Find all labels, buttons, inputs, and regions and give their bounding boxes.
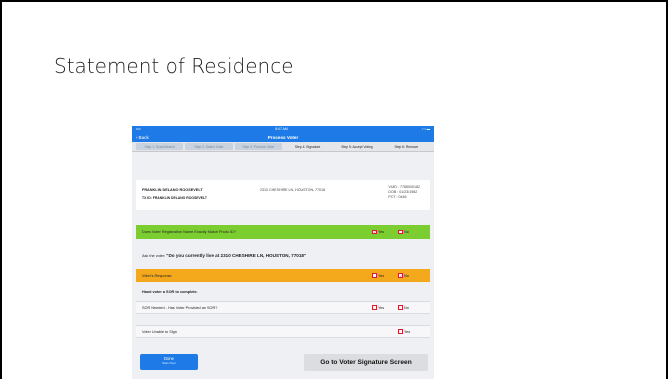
unable-yes[interactable]: Yes [398, 329, 424, 334]
signal-indicator: •••• [136, 127, 141, 131]
done-button[interactable]: Done Start Over [140, 354, 198, 370]
checkbox-icon[interactable] [372, 229, 377, 235]
tablet-screenshot: •••• 8:07 AM ▪ ▪ ▬ ‹ Back Process Voter … [132, 126, 434, 379]
ask-voter-text: Ask the voter: "Do you currently live at… [142, 253, 306, 258]
voter-response-label: Voter's Response [142, 273, 172, 278]
voter-tx-id: TX ID: FRANKLIN DELANO ROOSEVELT [142, 196, 207, 200]
yes-label: Yes [378, 230, 385, 234]
slide-title: Statement of Residence [54, 54, 294, 78]
step-tab-6[interactable]: Step 6: Remove [383, 143, 430, 150]
step-tab-4[interactable]: Step 4: Signature [284, 143, 331, 150]
no-label: No [404, 230, 409, 234]
sor-needed-label: SOR Needed - Has Voter Provided an SOR? [142, 305, 218, 310]
back-label: Back [138, 134, 149, 140]
voter-pct: PCT : 0446 [388, 195, 407, 200]
step-tab-1[interactable]: Step 1: Scan/Search [136, 143, 184, 150]
yes-label: Yes [378, 305, 385, 310]
name-match-yes[interactable]: Yes [372, 229, 398, 235]
name-match-row: Does Voter Registration Name Exactly Mat… [136, 225, 430, 239]
sor-needed-row: SOR Needed - Has Voter Provided an SOR? … [136, 301, 430, 314]
step-tab-3[interactable]: Step 3: Process Voter [234, 143, 282, 150]
checkbox-icon[interactable] [398, 273, 403, 278]
yes-label: Yes [378, 273, 385, 278]
voter-card: FRANKLIN DELANO ROOSEVELT TX ID: FRANKLI… [136, 180, 430, 210]
step-tabs: Step 1: Scan/Search Step 2: Select Voter… [132, 142, 434, 152]
checkbox-icon[interactable] [398, 329, 403, 334]
checkbox-icon[interactable] [372, 273, 377, 278]
name-match-label: Does Voter Registration Name Exactly Mat… [142, 230, 236, 234]
step-tab-5[interactable]: Step 5: Accept Voting [333, 143, 380, 150]
voter-name: FRANKLIN DELANO ROOSEVELT [142, 188, 203, 192]
battery-icon: ▪ ▪ ▬ [422, 127, 430, 131]
yes-label: Yes [404, 329, 411, 334]
voter-address: 2310 CHESHIRE LN, HOUSTON, 77018 [260, 188, 326, 192]
checkbox-icon[interactable] [398, 229, 403, 235]
chevron-left-icon: ‹ [136, 134, 138, 140]
nav-bar: ‹ Back Process Voter [132, 132, 434, 142]
voter-ids: VUID : 7785000182 DOB : 01/23/1982 PCT :… [388, 185, 420, 201]
response-yes[interactable]: Yes [372, 273, 398, 278]
unable-to-sign-label: Voter Unable to Sign [142, 329, 177, 334]
name-match-no[interactable]: No [398, 229, 424, 235]
voter-response-row: Voter's Response Yes No [136, 269, 430, 282]
nav-title: Process Voter [267, 134, 299, 140]
slide: Statement of Residence •••• 8:07 AM ▪ ▪ … [0, 0, 668, 379]
no-label: No [404, 305, 409, 310]
unable-to-sign-row: Voter Unable to Sign Yes [136, 325, 430, 338]
back-button[interactable]: ‹ Back [136, 132, 149, 142]
sor-no[interactable]: No [398, 305, 424, 310]
go-to-signature-button[interactable]: Go to Voter Signature Screen [304, 354, 428, 371]
checkbox-icon[interactable] [398, 305, 403, 310]
hand-sor-instruction: Hand voter a SOR to complete. [142, 290, 198, 294]
ask-question: "Do you currently live at 2310 CHESHIRE … [166, 253, 307, 258]
status-time: 8:07 AM [275, 127, 288, 131]
sor-yes[interactable]: Yes [372, 305, 398, 310]
start-over-label: Start Over [162, 361, 176, 366]
ask-prefix: Ask the voter: [142, 254, 166, 258]
step-tab-2[interactable]: Step 2: Select Voter [185, 143, 233, 150]
no-label: No [404, 273, 409, 278]
response-no[interactable]: No [398, 273, 424, 278]
checkbox-icon[interactable] [372, 305, 377, 310]
